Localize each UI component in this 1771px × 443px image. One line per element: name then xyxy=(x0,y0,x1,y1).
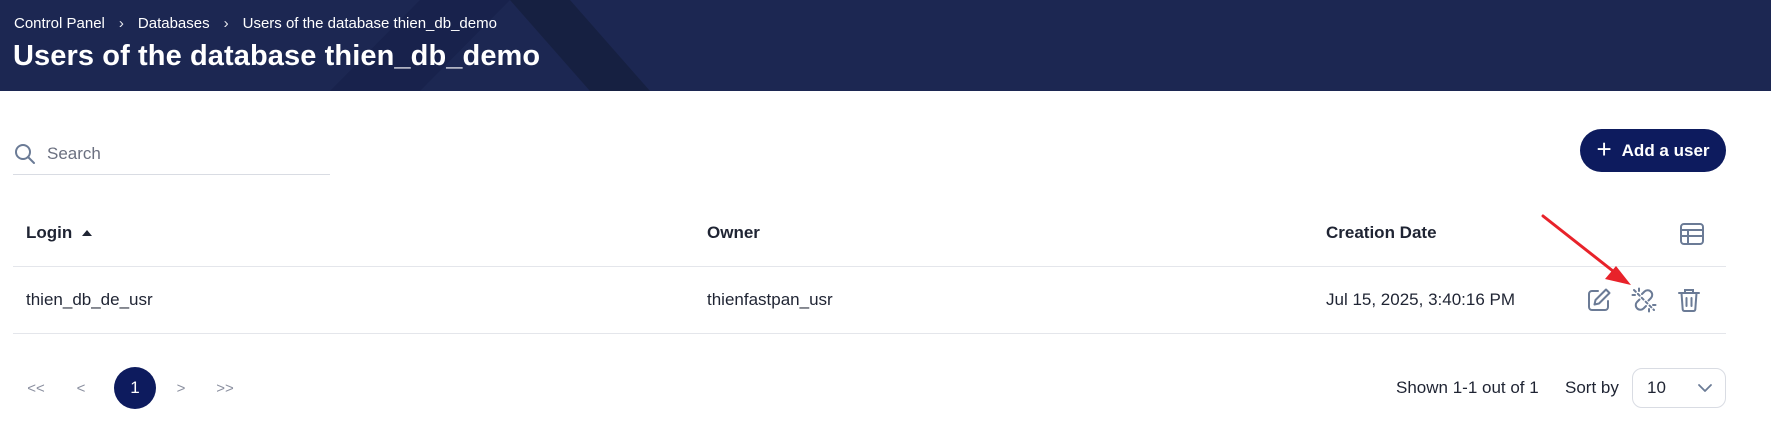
cell-creation-date: Jul 15, 2025, 3:40:16 PM xyxy=(1326,290,1516,309)
page-size-select[interactable]: 10 xyxy=(1632,368,1726,408)
page-1-button[interactable]: 1 xyxy=(114,367,156,409)
cell-login: thien_db_de_usr xyxy=(26,290,153,309)
search-box xyxy=(13,134,330,175)
add-user-button[interactable]: + Add a user xyxy=(1580,129,1726,172)
results-count: Shown 1-1 out of 1 xyxy=(1396,378,1539,397)
cell-owner: thienfastpan_usr xyxy=(707,290,833,309)
breadcrumb-control-panel[interactable]: Control Panel xyxy=(14,15,105,32)
page-size-value: 10 xyxy=(1647,378,1666,397)
row-actions xyxy=(1585,267,1720,333)
chevron-right-icon: › xyxy=(118,15,124,32)
breadcrumb-databases[interactable]: Databases xyxy=(138,15,210,32)
sort-ascending-icon xyxy=(82,230,93,236)
chevron-right-icon: › xyxy=(223,15,229,32)
column-header-creation-date[interactable]: Creation Date xyxy=(1326,200,1437,266)
page-header: Control Panel › Databases › Users of the… xyxy=(0,0,1771,91)
next-page-button[interactable]: > xyxy=(167,367,195,409)
search-icon xyxy=(13,142,37,166)
column-header-owner[interactable]: Owner xyxy=(707,200,760,266)
column-header-login-label: Login xyxy=(26,223,73,242)
search-input[interactable] xyxy=(47,144,317,164)
page-title: Users of the database thien_db_demo xyxy=(13,40,541,72)
column-header-login[interactable]: Login xyxy=(26,200,93,266)
table-header-row: Login Owner Creation Date xyxy=(13,200,1726,267)
breadcrumb: Control Panel › Databases › Users of the… xyxy=(14,15,497,32)
pagination: << < 1 > >> xyxy=(13,367,255,409)
unlink-icon[interactable] xyxy=(1630,286,1658,314)
table-columns-icon[interactable] xyxy=(1679,222,1705,246)
users-table: Login Owner Creation Date thien_db_de_us… xyxy=(13,200,1726,334)
previous-page-button[interactable]: < xyxy=(59,367,103,409)
first-page-button[interactable]: << xyxy=(13,367,59,409)
last-page-button[interactable]: >> xyxy=(195,367,255,409)
edit-icon[interactable] xyxy=(1585,286,1613,314)
breadcrumb-current: Users of the database thien_db_demo xyxy=(242,15,497,32)
table-row: thien_db_de_usr thienfastpan_usr Jul 15,… xyxy=(13,267,1726,334)
delete-icon[interactable] xyxy=(1675,286,1703,314)
chevron-down-icon xyxy=(1697,380,1713,401)
plus-icon: + xyxy=(1596,134,1612,164)
sort-by-label: Sort by xyxy=(1565,378,1619,397)
add-user-label: Add a user xyxy=(1621,140,1710,160)
